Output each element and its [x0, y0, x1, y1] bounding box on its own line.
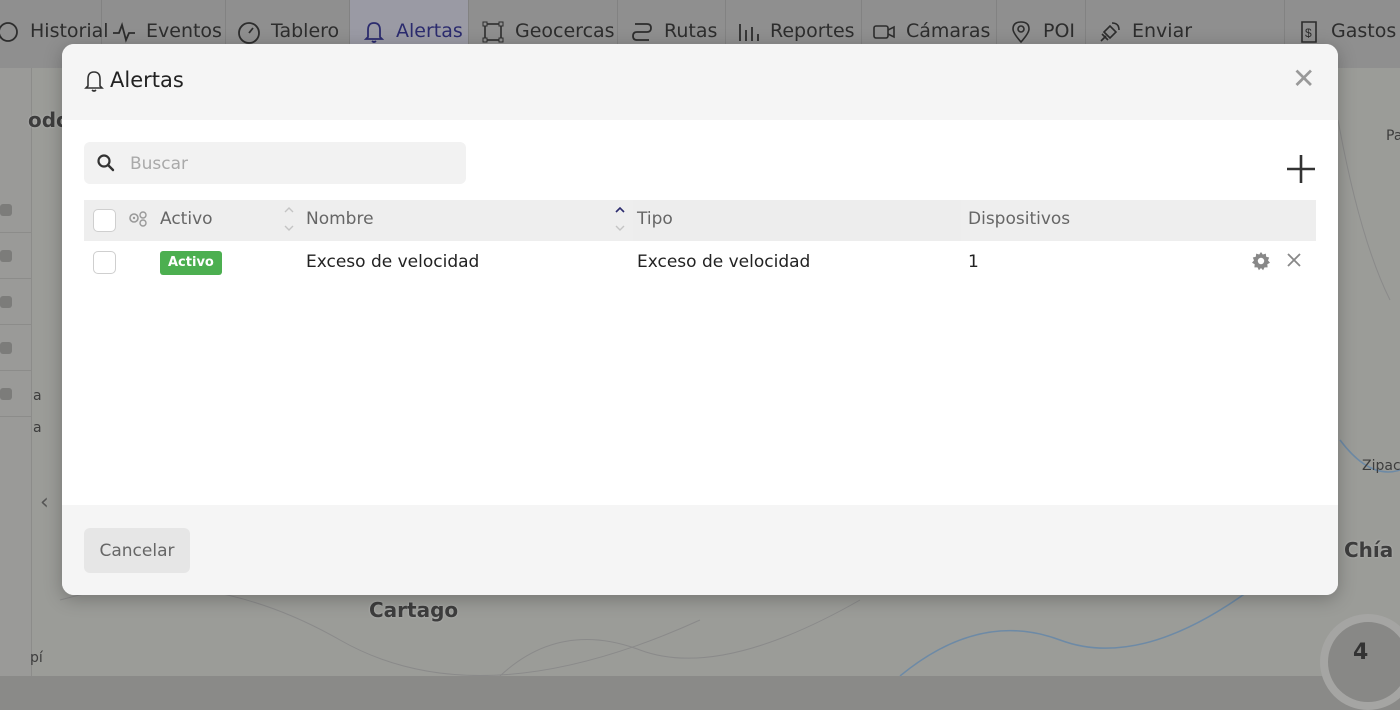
camera-icon [872, 20, 896, 44]
sort-ascending-icon[interactable] [613, 204, 627, 234]
search-input[interactable] [128, 142, 462, 186]
map-label: Zipac [1362, 458, 1400, 474]
map-cluster-count: 4 [1353, 640, 1369, 665]
sidebar-row[interactable] [0, 232, 31, 279]
nav-label: Geocercas [515, 20, 615, 42]
map-pin-icon [1009, 20, 1033, 44]
row-checkbox[interactable] [93, 251, 116, 274]
sort-icon[interactable] [282, 204, 296, 234]
geofence-icon [481, 20, 505, 44]
select-all-checkbox[interactable] [93, 209, 116, 232]
nav-label: Eventos [146, 20, 222, 42]
gears-icon [129, 211, 147, 227]
person-icon [0, 388, 12, 400]
sidebar-row[interactable] [0, 370, 31, 417]
map-label: Chía [1344, 538, 1394, 562]
pulse-icon [112, 20, 136, 44]
map-label: a [33, 420, 42, 436]
modal-body: Activo Nombre Tipo Dispositivos Activo E… [62, 120, 1338, 559]
close-icon[interactable]: ✕ [1292, 64, 1315, 94]
modal-title: Alertas [110, 68, 184, 92]
invoice-icon: $ [1297, 20, 1321, 44]
sorted-column-bg [633, 200, 961, 241]
sidebar-row[interactable] [0, 324, 31, 371]
nav-label: Cámaras [906, 20, 991, 42]
person-icon [0, 342, 12, 354]
cell-dispositivos: 1 [968, 252, 979, 272]
table-row[interactable]: Activo Exceso de velocidad Exceso de vel… [84, 241, 1316, 285]
search-box [84, 142, 466, 186]
map-label: Cartago [369, 598, 459, 622]
nav-label: Tablero [271, 20, 340, 42]
map-label: Pa [1386, 128, 1400, 144]
nav-label: Historial [30, 20, 109, 42]
column-header-tipo[interactable]: Tipo [637, 209, 673, 229]
gauge-icon [237, 20, 261, 44]
search-icon [97, 154, 115, 172]
person-icon [0, 250, 12, 262]
cancel-button[interactable]: Cancelar [84, 528, 190, 573]
nav-label: Gastos [1331, 20, 1397, 42]
delete-icon[interactable] [1285, 251, 1303, 269]
nav-label: Rutas [664, 20, 718, 42]
satellite-icon [1098, 20, 1122, 44]
nav-label: Alertas [396, 20, 463, 42]
cell-nombre: Exceso de velocidad [306, 252, 480, 272]
svg-text:$: $ [1305, 26, 1312, 40]
history-icon [0, 20, 20, 44]
map-label: pí [30, 650, 43, 666]
person-icon [0, 296, 12, 308]
column-header-nombre[interactable]: Nombre [306, 209, 374, 229]
sidebar-row[interactable] [0, 278, 31, 325]
table-header: Activo Nombre Tipo Dispositivos [84, 200, 1316, 241]
column-header-activo[interactable]: Activo [160, 209, 213, 229]
bar-chart-icon [736, 20, 760, 44]
bell-icon [84, 71, 104, 92]
nav-label: POI [1043, 20, 1076, 42]
map-sidebar [0, 68, 32, 676]
add-alert-button[interactable] [1284, 152, 1318, 186]
sidebar-row[interactable] [0, 186, 31, 233]
modal-footer: Cancelar [62, 505, 1338, 595]
alerts-modal: Alertas ✕ Activo [62, 44, 1338, 595]
column-header-dispositivos[interactable]: Dispositivos [968, 209, 1070, 229]
map-label: a [33, 388, 42, 404]
cell-tipo: Exceso de velocidad [637, 252, 811, 272]
nav-label: Reportes [770, 20, 855, 42]
chevron-left-icon[interactable]: ‹ [40, 490, 49, 515]
modal-header: Alertas ✕ [62, 44, 1338, 120]
person-icon [0, 204, 12, 216]
status-badge: Activo [160, 251, 222, 275]
gear-icon[interactable] [1251, 251, 1271, 271]
bell-icon [362, 20, 386, 44]
route-icon [630, 20, 654, 44]
